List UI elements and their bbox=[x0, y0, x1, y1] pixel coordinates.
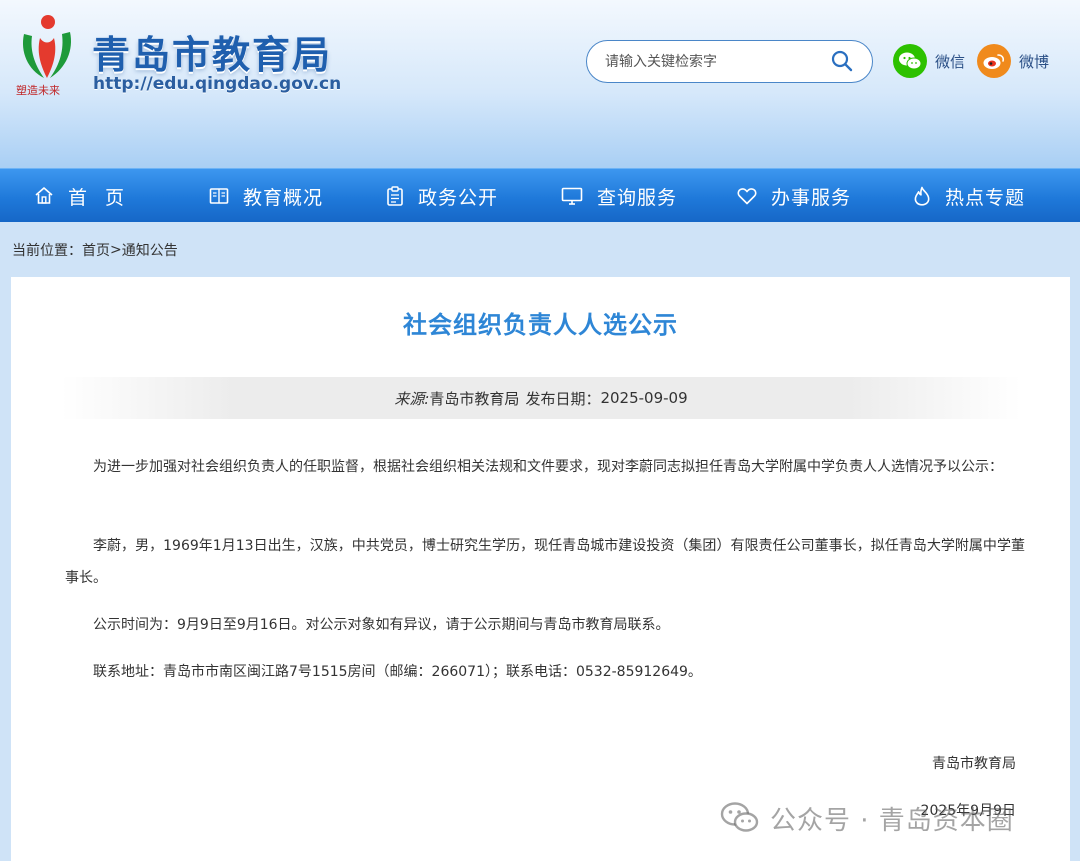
logo-icon[interactable]: 塑造未来 bbox=[14, 12, 78, 96]
flame-icon bbox=[914, 186, 930, 206]
article-title: 社会组织负责人人选公示 bbox=[403, 311, 678, 339]
breadcrumb-prefix: 当前位置： bbox=[12, 243, 82, 259]
nav-label: 首页 bbox=[68, 186, 143, 209]
site-url[interactable]: http://edu.qingdao.gov.cn bbox=[93, 74, 341, 94]
wechat-watermark-icon bbox=[720, 802, 759, 832]
wechat-link[interactable]: 微信 bbox=[893, 44, 965, 78]
breadcrumb-home-link[interactable]: 首页 bbox=[82, 240, 110, 260]
watermark-text: 公众号 · 青岛资本圈 bbox=[770, 805, 1014, 836]
weibo-label: 微博 bbox=[1019, 52, 1050, 71]
monitor-icon bbox=[561, 187, 583, 205]
date-label: 发布日期： bbox=[525, 389, 601, 408]
weibo-icon bbox=[977, 44, 1011, 78]
heart-icon bbox=[737, 188, 757, 205]
article-paragraph: 联系地址：青岛市市南区闽江路7号1515房间（邮编：266071）；联系电话：0… bbox=[93, 664, 702, 680]
source-value: 青岛市教育局 bbox=[429, 389, 520, 408]
article-paragraph: 李蔚，男，1969年1月13日出生，汉族，中共党员，博士研究生学历，现任青岛城市… bbox=[65, 538, 1025, 586]
site-title[interactable]: 青岛市教育局 bbox=[92, 24, 332, 79]
wechat-icon bbox=[893, 44, 927, 78]
site-header: 塑造未来 青岛市教育局 http://edu.qingdao.gov.cn 微信 bbox=[0, 0, 1080, 168]
nav-item-home[interactable]: 首页 bbox=[34, 169, 142, 223]
article-meta: 来源: 青岛市教育局 发布日期： 2025-09-09 bbox=[61, 377, 1021, 419]
nav-item-affairs-service[interactable]: 办事服务 bbox=[737, 169, 851, 223]
nav-label: 教育概况 bbox=[243, 186, 324, 209]
nav-label: 办事服务 bbox=[771, 186, 852, 209]
article-panel: 社会组织负责人人选公示 来源: 青岛市教育局 发布日期： 2025-09-09 … bbox=[11, 277, 1070, 861]
wechat-label: 微信 bbox=[935, 52, 966, 71]
nav-item-overview[interactable]: 教育概况 bbox=[209, 169, 323, 223]
article-paragraph: 公示时间为：9月9日至9月16日。对公示对象如有异议，请于公示期间与青岛市教育局… bbox=[93, 617, 670, 633]
nav-label: 查询服务 bbox=[597, 186, 678, 209]
nav-item-query-service[interactable]: 查询服务 bbox=[561, 169, 677, 223]
main-nav: 首页 教育概况 政务公开 查询服务 办事服务 热点专题 bbox=[0, 168, 1080, 222]
breadcrumb-separator: > bbox=[110, 242, 122, 258]
watermark: 公众号 · 青岛资本圈 bbox=[720, 798, 1014, 838]
book-icon bbox=[209, 188, 229, 204]
nav-label: 政务公开 bbox=[418, 186, 499, 209]
nav-item-government-affairs[interactable]: 政务公开 bbox=[386, 169, 498, 223]
article-paragraph: 为进一步加强对社会组织负责人的任职监督，根据社会组织相关法规和文件要求，现对李蔚… bbox=[93, 459, 1003, 475]
nav-label: 热点专题 bbox=[945, 186, 1026, 209]
weibo-link[interactable]: 微博 bbox=[977, 44, 1049, 78]
clipboard-icon bbox=[387, 186, 403, 206]
home-icon bbox=[35, 187, 53, 204]
date-value: 2025-09-09 bbox=[600, 389, 688, 407]
breadcrumb-current-link[interactable]: 通知公告 bbox=[122, 240, 178, 260]
logo-motto: 塑造未来 bbox=[16, 83, 60, 96]
search-icon[interactable] bbox=[830, 49, 854, 73]
nav-item-hot-topics[interactable]: 热点专题 bbox=[913, 169, 1025, 223]
signature-org: 青岛市教育局 bbox=[932, 756, 1016, 772]
breadcrumb: 当前位置： 首页 > 通知公告 bbox=[12, 240, 178, 260]
search-input[interactable] bbox=[605, 51, 815, 73]
source-label: 来源: bbox=[394, 389, 430, 408]
